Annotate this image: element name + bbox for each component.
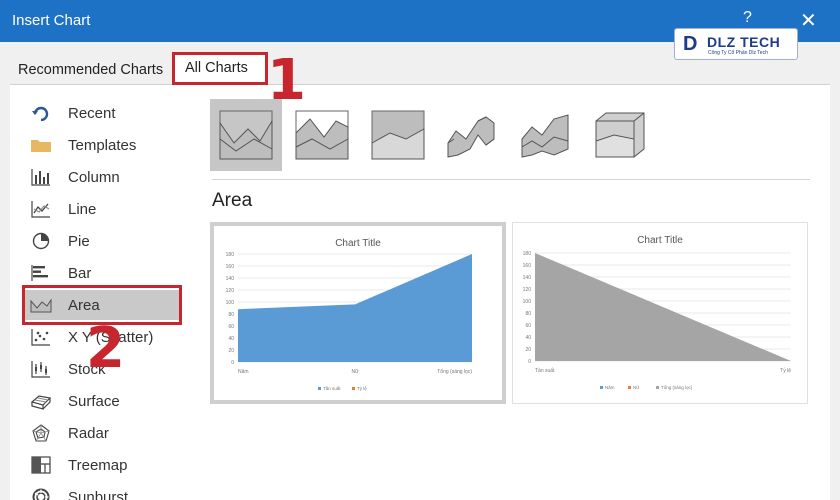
- section-title: Area: [212, 190, 253, 211]
- sidebar-item-label: Column: [68, 168, 120, 186]
- recent-icon: [30, 103, 52, 123]
- logo-word: DLZ TECH: [707, 34, 781, 50]
- y-tick-label: 20: [525, 347, 531, 353]
- sidebar-item-treemap[interactable]: Treemap: [22, 450, 182, 480]
- area-series: [535, 253, 791, 361]
- sidebar-item-label: Line: [68, 200, 97, 218]
- y-tick-label: 60: [525, 323, 531, 329]
- y-tick-label: 0: [231, 360, 234, 366]
- legend-label: Nữ: [633, 385, 639, 390]
- tab-recommended-charts[interactable]: Recommended Charts: [12, 58, 169, 82]
- x-category-label: Năm: [238, 369, 249, 375]
- subtype-3d-100-stacked-area-icon[interactable]: [584, 99, 656, 171]
- y-tick-label: 120: [523, 287, 532, 293]
- y-tick-label: 180: [523, 251, 532, 257]
- y-tick-label: 80: [228, 312, 234, 318]
- x-category-label: Tần suất: [535, 368, 555, 374]
- sidebar-item-label: Treemap: [68, 456, 128, 474]
- legend-swatch: [352, 387, 355, 390]
- pie-chart-icon: [30, 231, 52, 251]
- sidebar-item-label: Bar: [68, 264, 92, 282]
- sidebar-item-label: Recent: [68, 104, 116, 122]
- y-tick-label: 100: [226, 300, 235, 306]
- legend-swatch: [600, 386, 603, 389]
- y-tick-label: 180: [226, 252, 235, 258]
- sidebar-item-line[interactable]: Line: [22, 194, 182, 224]
- x-category-label: Nữ: [352, 369, 360, 375]
- y-tick-label: 140: [226, 276, 235, 282]
- sidebar-item-pie[interactable]: Pie: [22, 226, 182, 256]
- legend-swatch: [318, 387, 321, 390]
- sunburst-chart-icon: [30, 487, 52, 500]
- tab-all-charts[interactable]: All Charts: [172, 52, 268, 85]
- sidebar-item-label: Radar: [68, 424, 109, 442]
- y-tick-label: 120: [226, 288, 235, 294]
- y-tick-label: 140: [523, 275, 532, 281]
- logo-subtext: Công Ty Cổ Phần Dlz Tech: [708, 50, 768, 56]
- column-chart-icon: [30, 167, 52, 187]
- divider: [212, 179, 810, 180]
- sidebar-item-surface[interactable]: Surface: [22, 386, 182, 416]
- area-series: [238, 254, 472, 362]
- sidebar-item-templates[interactable]: Templates: [22, 130, 182, 160]
- radar-chart-icon: [30, 423, 52, 443]
- y-tick-label: 40: [228, 336, 234, 342]
- legend-label: Tỷ lệ: [357, 385, 367, 391]
- folder-icon: [30, 135, 52, 155]
- annotation-number-1: 1: [267, 48, 306, 113]
- y-tick-label: 0: [528, 359, 531, 365]
- legend-label: Năm: [605, 385, 615, 390]
- y-tick-label: 160: [523, 263, 532, 269]
- line-chart-icon: [30, 199, 52, 219]
- legend-label: Tần suất: [323, 386, 341, 391]
- subtype-100-stacked-area-icon[interactable]: [362, 99, 434, 171]
- annotation-number-2: 2: [86, 316, 125, 381]
- logo-mark-icon: D: [683, 33, 698, 55]
- sidebar-item-label: Pie: [68, 232, 90, 250]
- scatter-chart-icon: [30, 327, 52, 347]
- sidebar-item-sunburst[interactable]: Sunburst: [22, 482, 182, 500]
- subtype-3d-stacked-area-icon[interactable]: [510, 99, 582, 171]
- sidebar-item-radar[interactable]: Radar: [22, 418, 182, 448]
- y-tick-label: 100: [523, 299, 532, 305]
- window-title: Insert Chart: [12, 12, 91, 29]
- bar-chart-icon: [30, 263, 52, 283]
- legend-swatch: [656, 386, 659, 389]
- subtype-3d-area-icon[interactable]: [436, 99, 508, 171]
- sidebar-item-label: Templates: [68, 136, 137, 154]
- y-tick-label: 80: [525, 311, 531, 317]
- sidebar-item-label: Surface: [68, 392, 120, 410]
- y-tick-label: 160: [226, 264, 235, 270]
- legend-label: Tổng (sáng lọc): [661, 384, 693, 390]
- y-tick-label: 20: [228, 348, 234, 354]
- close-button[interactable]: ✕: [800, 8, 817, 33]
- area-chart-svg: 0 20 40 60 80 100 120 140 160 180 Năm Nữ Tổng (sáng …: [226, 252, 473, 391]
- surface-chart-icon: [30, 391, 52, 411]
- sidebar-item-bar[interactable]: Bar: [22, 258, 182, 288]
- y-tick-label: 60: [228, 324, 234, 330]
- chart-preview-2[interactable]: Chart Title 0 20 40 60 80 100 120 140 160 180 Tần …: [512, 222, 808, 404]
- x-category-label: Tổng (sáng lọc): [437, 368, 472, 375]
- stock-chart-icon: [30, 359, 52, 379]
- sidebar-item-label: Sunburst: [68, 488, 129, 500]
- help-button[interactable]: ?: [743, 9, 752, 27]
- sidebar-item-column[interactable]: Column: [22, 162, 182, 192]
- legend-swatch: [628, 386, 631, 389]
- area-chart-svg: 0 20 40 60 80 100 120 140 160 180 Tần suất Tỷ lệ Năm…: [523, 251, 792, 390]
- treemap-chart-icon: [30, 455, 52, 475]
- sidebar-item-recent[interactable]: Recent: [22, 98, 182, 128]
- brand-logo: D DLZ TECH Công Ty Cổ Phần Dlz Tech: [674, 28, 798, 60]
- y-tick-label: 40: [525, 335, 531, 341]
- chart-preview-1[interactable]: Chart Title 0 20 40 60 80 100 120 140 160 180 Năm N…: [210, 222, 506, 404]
- x-category-label: Tỷ lệ: [780, 367, 791, 374]
